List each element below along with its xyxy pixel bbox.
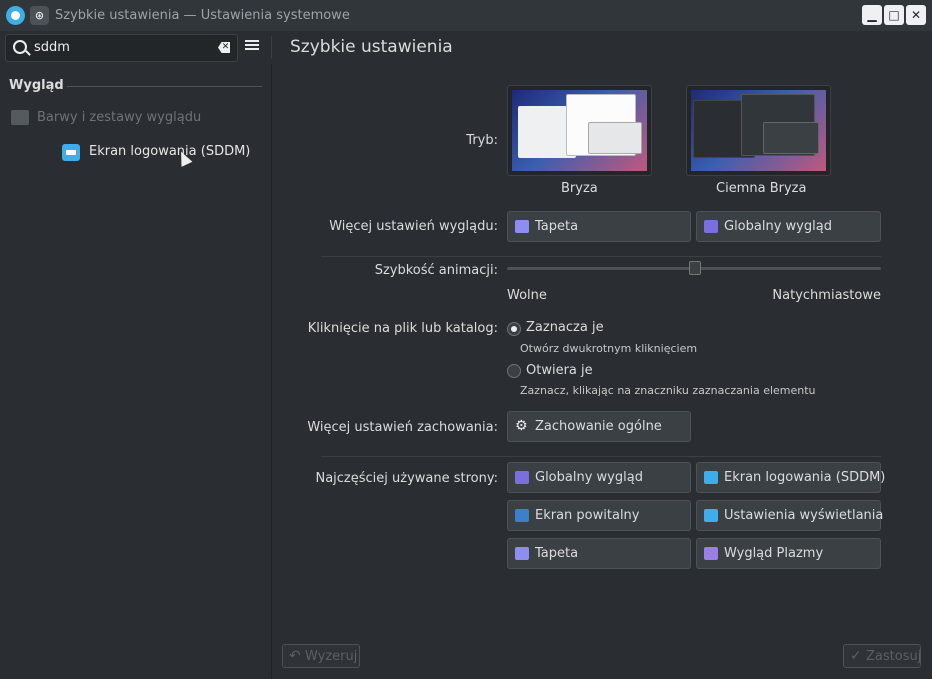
splash-screen-icon: [515, 509, 529, 522]
frequent-global-theme-button[interactable]: Globalny wygląd: [507, 462, 691, 493]
global-theme-button[interactable]: Globalny wygląd: [696, 211, 881, 242]
slider-min-label: Wolne: [507, 288, 547, 303]
animation-speed-handle[interactable]: [689, 261, 701, 275]
wallpaper-icon: [515, 547, 529, 560]
sidebar-item-label: Ekran logowania (SDDM): [89, 144, 251, 159]
search-input[interactable]: sddm ✕: [5, 34, 238, 62]
close-button[interactable]: ✕: [906, 5, 926, 25]
group-divider: [67, 86, 262, 87]
more-appearance-label: Więcej ustawień wyglądu:: [329, 219, 498, 234]
main-panel: Tryb: Bryza Ciemna Bryza Więcej ustawień…: [272, 64, 932, 679]
toolbar-divider: [271, 36, 272, 58]
general-behavior-button[interactable]: ⚙ Zachowanie ogólne: [507, 411, 691, 442]
frequent-splash-button[interactable]: Ekran powitalny: [507, 500, 691, 531]
search-value[interactable]: sddm: [34, 40, 70, 55]
page-title: Szybkie ustawienia: [290, 37, 453, 57]
checkmark-icon: ✓: [850, 648, 862, 664]
button-label: Zastosuj: [866, 649, 922, 664]
button-label: Ustawienia wyświetlania: [724, 508, 884, 523]
button-label: Tapeta: [535, 546, 579, 561]
undo-icon: ↶: [289, 648, 301, 664]
radio-label[interactable]: Zaznacza je: [526, 320, 604, 335]
button-label: Wyzeruj: [305, 649, 358, 664]
frequent-sddm-button[interactable]: Ekran logowania (SDDM): [696, 462, 885, 493]
frequent-pages-label: Najczęściej używane strony:: [315, 471, 498, 486]
button-label: Tapeta: [535, 219, 579, 234]
mode-label: Tryb:: [466, 133, 498, 148]
click-behavior-label: Kliknięcie na plik lub katalog:: [307, 321, 498, 336]
light-dialog-preview: [588, 122, 642, 154]
button-label: Ekran logowania (SDDM): [724, 470, 886, 485]
hamburger-menu-icon[interactable]: [245, 40, 259, 53]
global-theme-icon: [515, 471, 529, 484]
button-label: Wygląd Plazmy: [724, 546, 824, 561]
minimize-button[interactable]: ▁: [862, 5, 882, 25]
maximize-button[interactable]: □: [884, 5, 904, 25]
sidebar-item-label: Barwy i zestawy wyglądu: [37, 110, 202, 125]
radio-description: Zaznacz, klikając na znaczniku zaznaczan…: [520, 384, 816, 397]
clear-search-icon[interactable]: ✕: [218, 42, 230, 53]
slider-max-label: Natychmiastowe: [772, 288, 881, 303]
button-label: Ekran powitalny: [535, 508, 640, 523]
sidebar-group-title: Wygląd: [9, 78, 64, 93]
pin-icon[interactable]: ⊛: [30, 6, 49, 25]
radio-select-items[interactable]: [507, 322, 521, 336]
sidebar-item-sddm[interactable]: Ekran logowania (SDDM): [62, 142, 262, 164]
frequent-plasma-style-button[interactable]: Wygląd Plazmy: [696, 538, 881, 569]
animation-speed-label: Szybkość animacji:: [374, 263, 498, 278]
theme-name-light: Bryza: [561, 181, 598, 196]
global-theme-icon: [704, 220, 718, 233]
dark-dialog-preview: [763, 122, 819, 154]
button-label: Zachowanie ogólne: [535, 419, 662, 434]
radio-label[interactable]: Otwiera je: [526, 363, 593, 378]
login-screen-icon: [704, 471, 718, 484]
wallpaper-icon: [515, 220, 529, 233]
button-label: Globalny wygląd: [535, 470, 643, 485]
apply-button[interactable]: ✓ Zastosuj: [843, 644, 921, 668]
theme-thumbnail-dark[interactable]: [686, 85, 831, 176]
plasma-style-icon: [704, 547, 718, 560]
radio-description: Otwórz dwukrotnym kliknięciem: [520, 342, 698, 355]
theme-name-dark: Ciemna Bryza: [716, 181, 807, 196]
more-behavior-label: Więcej ustawień zachowania:: [307, 420, 498, 435]
search-icon: [13, 40, 27, 54]
colors-icon: [11, 110, 29, 125]
frequent-display-button[interactable]: Ustawienia wyświetlania: [696, 500, 884, 531]
gear-icon: ⚙: [515, 418, 528, 434]
login-screen-icon: [62, 144, 80, 161]
display-icon: [704, 509, 718, 522]
sidebar: Wygląd Barwy i zestawy wyglądu Ekran log…: [0, 64, 272, 679]
app-icon[interactable]: [6, 6, 25, 25]
radio-open-items[interactable]: [507, 364, 521, 378]
section-divider: [321, 256, 881, 257]
sidebar-item-colors[interactable]: Barwy i zestawy wyglądu: [9, 107, 259, 129]
wallpaper-button[interactable]: Tapeta: [507, 211, 691, 242]
window-titlebar: ⊛ Szybkie ustawienia — Ustawienia system…: [0, 0, 932, 32]
frequent-wallpaper-button[interactable]: Tapeta: [507, 538, 691, 569]
section-divider: [321, 456, 881, 457]
theme-thumbnail-light[interactable]: [507, 85, 652, 176]
reset-button[interactable]: ↶ Wyzeruj: [282, 644, 360, 668]
window-title: Szybkie ustawienia — Ustawienia systemow…: [55, 8, 350, 23]
button-label: Globalny wygląd: [724, 219, 832, 234]
toolbar: sddm ✕ Szybkie ustawienia: [0, 31, 932, 65]
